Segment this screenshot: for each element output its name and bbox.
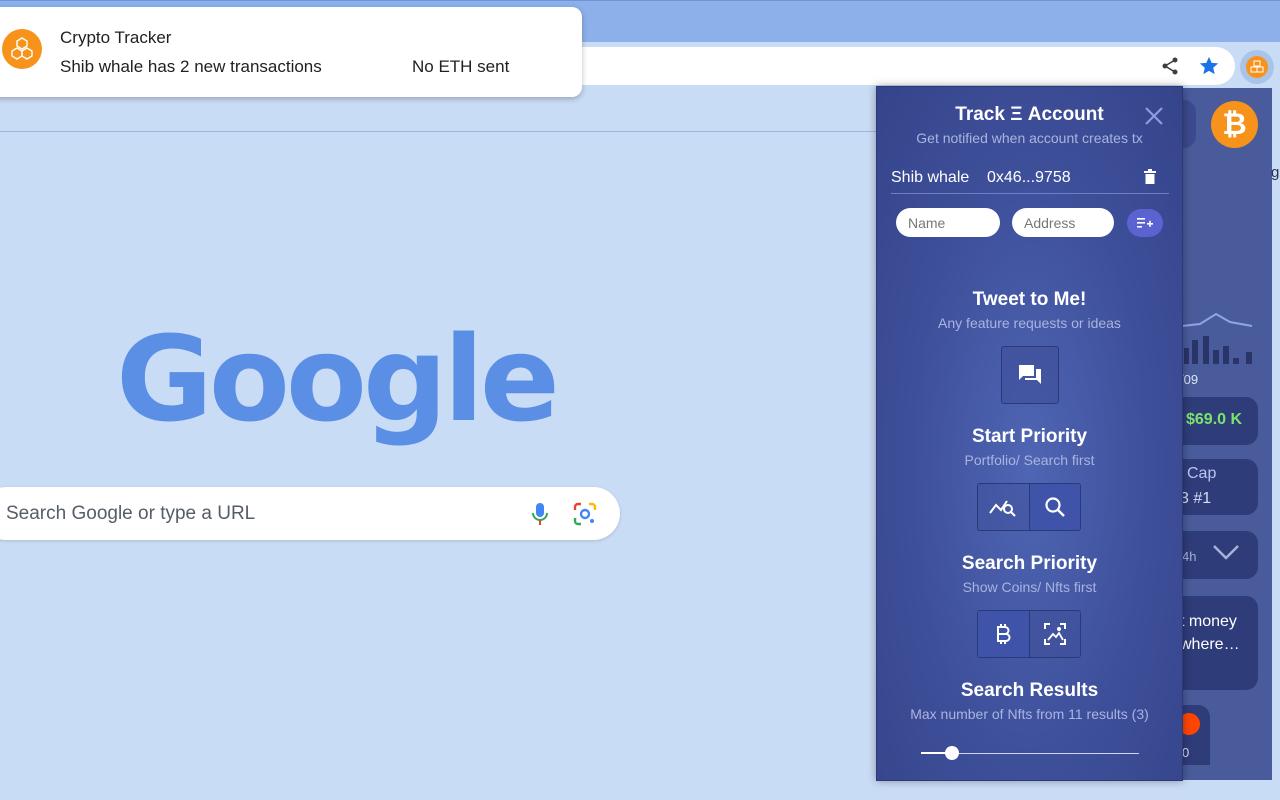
chat-bubble-icon — [1019, 365, 1041, 384]
background-period-label: 4h — [1182, 549, 1197, 564]
search-results-title: Search Results — [960, 680, 1099, 701]
crypto-tracker-logo-icon — [2, 29, 42, 69]
crypto-tracker-extension-icon — [1246, 56, 1268, 78]
bitcoin-logo-icon[interactable]: ₿ — [1211, 101, 1258, 148]
search-priority-subtitle: Show Coins/ Nfts first — [962, 579, 1097, 595]
track-account-popup: Track Ξ Account Get notified when accoun… — [876, 86, 1183, 781]
google-search-box[interactable] — [0, 487, 620, 540]
search-nfts-button[interactable] — [1028, 611, 1080, 657]
address-bar[interactable] — [560, 47, 1235, 85]
search-results-subtitle: Max number of Nfts from 11 results (3) — [910, 706, 1149, 722]
background-reddit-count: 0 — [1182, 745, 1190, 760]
tracked-account-address: 0x46...9758 — [987, 169, 1071, 186]
chevron-down-icon[interactable] — [1212, 543, 1240, 566]
bitcoin-icon — [997, 624, 1011, 644]
search-icon — [1045, 497, 1065, 517]
google-lens-icon[interactable] — [572, 501, 598, 527]
toolbar-divider — [0, 131, 880, 132]
background-cap-rank: 3 #1 — [1180, 490, 1212, 507]
background-price-card: $69.0 K — [1172, 397, 1258, 445]
start-priority-title: Start Priority — [971, 426, 1088, 447]
notification-detail: No ETH sent — [412, 57, 510, 76]
background-price: $69.0 K — [1186, 411, 1243, 428]
bookmark-star-icon[interactable] — [1197, 54, 1221, 78]
background-period-selector[interactable]: 4h — [1172, 531, 1258, 579]
crypto-tracker-notification[interactable]: Crypto Tracker Shib whale has 2 new tran… — [0, 7, 582, 97]
google-search-input[interactable] — [6, 487, 506, 540]
tweet-button[interactable] — [1001, 346, 1059, 404]
background-news-card[interactable]: t money where… — [1172, 596, 1258, 690]
background-price-chart — [1181, 312, 1253, 364]
account-name-input[interactable] — [896, 208, 1000, 237]
page-edge-text: g — [1271, 164, 1280, 181]
background-market-cap-card: Cap 3 #1 — [1172, 459, 1258, 515]
notification-message: Shib whale has 2 new transactions — [60, 57, 322, 76]
search-coins-button[interactable] — [978, 611, 1029, 657]
start-priority-subtitle: Portfolio/ Search first — [964, 452, 1095, 468]
track-account-subtitle: Get notified when account creates tx — [916, 130, 1143, 146]
add-account-button[interactable] — [1127, 209, 1163, 237]
background-cap-label: Cap — [1187, 465, 1217, 482]
notification-title: Crypto Tracker — [60, 28, 172, 47]
google-logo: Google — [116, 310, 560, 448]
search-priority-title: Search Priority — [961, 553, 1098, 574]
tracked-account-name: Shib whale — [891, 169, 970, 186]
search-priority-toggle — [977, 610, 1081, 658]
tweet-title: Tweet to Me! — [972, 289, 1087, 310]
tweet-subtitle: Any feature requests or ideas — [938, 315, 1121, 331]
playlist-add-icon — [1137, 218, 1153, 228]
account-address-input[interactable] — [1012, 208, 1114, 237]
trash-icon[interactable] — [1143, 169, 1159, 187]
background-news-text: t money where… — [1180, 613, 1240, 653]
results-slider-thumb[interactable] — [944, 746, 959, 760]
start-portfolio-button[interactable] — [978, 484, 1029, 530]
account-divider — [891, 193, 1169, 194]
microphone-icon[interactable] — [528, 501, 552, 527]
extension-button[interactable] — [1240, 50, 1274, 84]
close-icon[interactable] — [1144, 106, 1164, 126]
image-search-icon — [1043, 623, 1066, 645]
portfolio-chart-search-icon — [989, 500, 1017, 517]
start-priority-toggle — [977, 483, 1081, 531]
track-account-title: Track Ξ Account — [955, 104, 1104, 125]
start-search-button[interactable] — [1028, 484, 1080, 530]
share-icon[interactable] — [1158, 54, 1182, 78]
